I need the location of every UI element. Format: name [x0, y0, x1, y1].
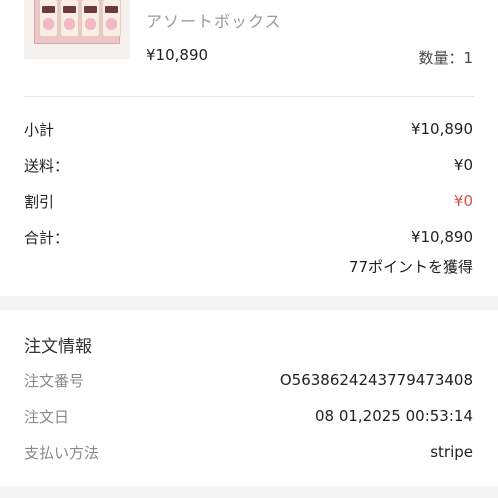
total-value: ¥10,890: [410, 228, 473, 246]
order-number-label: 注文番号: [24, 371, 85, 390]
order-date-row: 注文日 08 01,2025 00:53:14: [24, 405, 473, 427]
package-figure: [102, 0, 121, 37]
order-info-title: 注文情報: [24, 337, 92, 357]
product-item[interactable]: アソートボックス ¥10,890 数量：1: [0, 0, 498, 74]
payment-method-label: 支払い方法: [24, 443, 100, 462]
subtotal-label: 小計: [24, 120, 55, 139]
order-date-label: 注文日: [24, 407, 70, 426]
package-figure: [39, 0, 58, 37]
discount-value: ¥0: [453, 192, 473, 210]
product-thumbnail[interactable]: [24, 0, 130, 59]
total-row: 合計： ¥10,890: [24, 226, 473, 248]
section-separator-bottom: [0, 486, 498, 498]
package-figure: [60, 0, 79, 37]
package-figure: [81, 0, 100, 37]
shipping-label: 送料：: [24, 156, 70, 175]
divider: [24, 96, 474, 97]
subtotal-value: ¥10,890: [410, 120, 473, 138]
order-number-row: 注文番号 O563862424377947340​8: [24, 369, 473, 391]
discount-label: 割引: [24, 192, 55, 211]
subtotal-row: 小計 ¥10,890: [24, 118, 473, 140]
order-number-value: O563862424377947340​8: [279, 371, 473, 389]
shipping-row: 送料： ¥0: [24, 154, 473, 176]
points-earned: 77ポイントを獲得: [348, 258, 473, 276]
payment-method-value: stripe: [430, 443, 473, 461]
product-box-image: [34, 0, 121, 44]
product-price: ¥10,890: [146, 46, 209, 64]
product-quantity: 数量：1: [418, 49, 473, 67]
shipping-value: ¥0: [453, 156, 473, 174]
total-label: 合計：: [24, 228, 70, 247]
discount-row: 割引 ¥0: [24, 190, 473, 212]
payment-method-row: 支払い方法 stripe: [24, 441, 473, 463]
product-name: アソートボックス: [146, 12, 282, 31]
section-separator: [0, 296, 498, 310]
order-date-value: 08 01,2025 00:53:14: [314, 407, 473, 425]
order-detail-page: アソートボックス ¥10,890 数量：1 小計 ¥10,890 送料： ¥0 …: [0, 0, 498, 498]
